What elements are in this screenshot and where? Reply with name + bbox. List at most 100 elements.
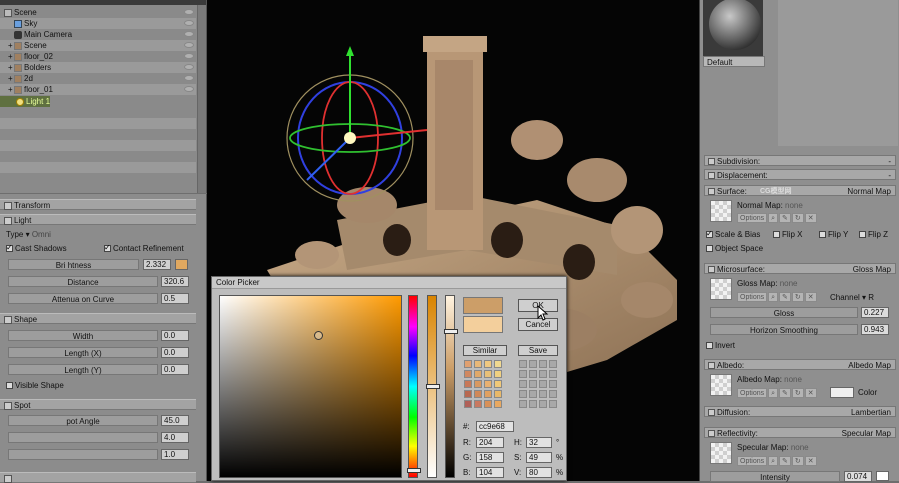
similar-color-swatch[interactable]	[464, 380, 472, 388]
saved-color-slot[interactable]	[529, 360, 537, 368]
similar-color-swatch[interactable]	[464, 390, 472, 398]
similar-color-swatch[interactable]	[494, 360, 502, 368]
horizon-smoothing-slider[interactable]: Horizon Smoothing	[710, 324, 858, 335]
distance-field[interactable]: 320.6	[161, 276, 189, 287]
outliner-item-light-1[interactable]: Light 1	[0, 96, 50, 107]
gloss-map-buttons[interactable]: Options ⌕ ✎ ↻ ✕	[737, 292, 818, 302]
similar-color-swatch[interactable]	[474, 360, 482, 368]
diffusion-dropdown[interactable]: Lambertian	[851, 407, 891, 418]
saved-color-slot[interactable]	[539, 390, 547, 398]
options-button[interactable]: Options	[737, 292, 768, 302]
spot-field-2[interactable]: 4.0	[161, 432, 189, 443]
similar-color-swatch[interactable]	[484, 400, 492, 408]
similar-color-swatch[interactable]	[484, 390, 492, 398]
saved-color-slot[interactable]	[549, 380, 557, 388]
flip-z-checkbox[interactable]: Flip Z	[859, 229, 888, 240]
reflectivity-dropdown[interactable]: Specular Map	[842, 428, 891, 439]
attenuation-curve-slider[interactable]: Attenua on Curve	[8, 293, 158, 304]
options-button[interactable]: Options	[737, 388, 768, 398]
eye-icon[interactable]	[184, 53, 194, 59]
visible-shape-checkbox[interactable]: Visible Shape	[6, 380, 64, 391]
specular-map-thumbnail[interactable]	[710, 442, 732, 464]
eye-icon[interactable]	[184, 42, 194, 48]
eye-icon[interactable]	[184, 31, 194, 37]
spot-field-3[interactable]: 1.0	[161, 449, 189, 460]
hue-slider[interactable]	[407, 295, 421, 478]
displacement-header[interactable]: Displacement: -	[704, 169, 896, 180]
spot-angle-slider[interactable]: pot Angle	[8, 415, 158, 426]
similar-color-swatch[interactable]	[474, 390, 482, 398]
brightness-color-swatch[interactable]	[175, 259, 188, 270]
outliner-scrollbar[interactable]	[197, 5, 206, 193]
options-button[interactable]: Options	[737, 456, 768, 466]
reload-icon[interactable]: ↻	[791, 456, 804, 466]
similar-button[interactable]: Similar	[463, 345, 507, 356]
shape-section-header[interactable]: Shape	[0, 313, 196, 324]
reload-icon[interactable]: ↻	[791, 213, 804, 223]
saved-color-slot[interactable]	[519, 360, 527, 368]
similar-color-swatch[interactable]	[494, 390, 502, 398]
normal-map-thumbnail[interactable]	[710, 200, 732, 222]
albedo-map-thumbnail[interactable]	[710, 374, 732, 396]
specular-map-buttons[interactable]: Options ⌕ ✎ ↻ ✕	[737, 456, 818, 466]
saturation-slider-handle[interactable]	[426, 384, 440, 389]
gloss-field[interactable]: 0.227	[861, 307, 889, 318]
clear-icon[interactable]: ✕	[804, 213, 817, 223]
contact-refinement-checkbox[interactable]: Contact Refinement	[104, 242, 184, 254]
value-slider-handle[interactable]	[444, 329, 458, 334]
value-slider[interactable]	[444, 295, 458, 478]
width-field[interactable]: 0.0	[161, 330, 189, 341]
length-x-slider[interactable]: Length (X)	[8, 347, 158, 358]
transform-section-header[interactable]: Transform	[0, 199, 196, 210]
saved-color-slot[interactable]	[549, 390, 557, 398]
similar-color-swatch[interactable]	[484, 360, 492, 368]
edit-icon[interactable]: ✎	[779, 292, 791, 302]
reload-icon[interactable]: ↻	[791, 388, 804, 398]
flip-x-checkbox[interactable]: Flip X	[773, 229, 802, 240]
eye-icon[interactable]	[184, 64, 194, 70]
similar-color-swatch[interactable]	[494, 380, 502, 388]
search-icon[interactable]: ⌕	[768, 456, 779, 466]
subdivision-header[interactable]: Subdivision: -	[704, 155, 896, 166]
sv-cursor[interactable]	[314, 331, 323, 340]
surface-header[interactable]: Surface: Normal Map	[704, 185, 896, 196]
scale-bias-checkbox[interactable]: Scale & Bias	[706, 228, 760, 240]
hue-slider-handle[interactable]	[407, 468, 421, 473]
eye-icon[interactable]	[184, 20, 194, 26]
similar-color-swatch[interactable]	[494, 400, 502, 408]
outliner-item-2d[interactable]: +2d	[0, 73, 196, 84]
similar-color-swatch[interactable]	[464, 360, 472, 368]
length-y-slider[interactable]: Length (Y)	[8, 364, 158, 375]
albedo-header[interactable]: Albedo: Albedo Map	[704, 359, 896, 370]
search-icon[interactable]: ⌕	[768, 213, 779, 223]
flip-y-checkbox[interactable]: Flip Y	[819, 229, 848, 240]
saved-color-slot[interactable]	[519, 390, 527, 398]
similar-color-swatch[interactable]	[484, 370, 492, 378]
next-section-header[interactable]	[0, 472, 196, 483]
old-color-swatch[interactable]	[463, 316, 503, 333]
light-section-header[interactable]: Light	[0, 214, 196, 225]
light-gizmo[interactable]	[286, 46, 428, 202]
eye-icon[interactable]	[184, 75, 194, 81]
h-input[interactable]: 32	[526, 437, 552, 448]
edit-icon[interactable]: ✎	[779, 213, 791, 223]
intensity-color-swatch[interactable]	[876, 471, 889, 481]
saved-color-slot[interactable]	[539, 360, 547, 368]
outliner-item-floor-01[interactable]: + floor_01	[0, 84, 196, 95]
brightness-slider[interactable]: Bri htness	[8, 259, 139, 270]
surface-dropdown[interactable]: Normal Map	[847, 186, 891, 197]
saved-color-slot[interactable]	[529, 370, 537, 378]
similar-color-swatch[interactable]	[464, 370, 472, 378]
hex-input[interactable]: cc9e68	[476, 421, 514, 432]
eye-icon[interactable]	[184, 86, 194, 92]
saved-color-slot[interactable]	[539, 380, 547, 388]
v-input[interactable]: 80	[526, 467, 552, 478]
albedo-map-buttons[interactable]: Options ⌕ ✎ ↻ ✕	[737, 388, 818, 398]
saved-color-slot[interactable]	[539, 370, 547, 378]
channel-select[interactable]: Channel ▾ R	[830, 292, 874, 303]
material-preview[interactable]	[703, 0, 763, 56]
s-input[interactable]: 49	[526, 452, 552, 463]
spot-section-header[interactable]: Spot	[0, 399, 196, 410]
gloss-map-thumbnail[interactable]	[710, 278, 732, 300]
similar-color-swatch[interactable]	[494, 370, 502, 378]
